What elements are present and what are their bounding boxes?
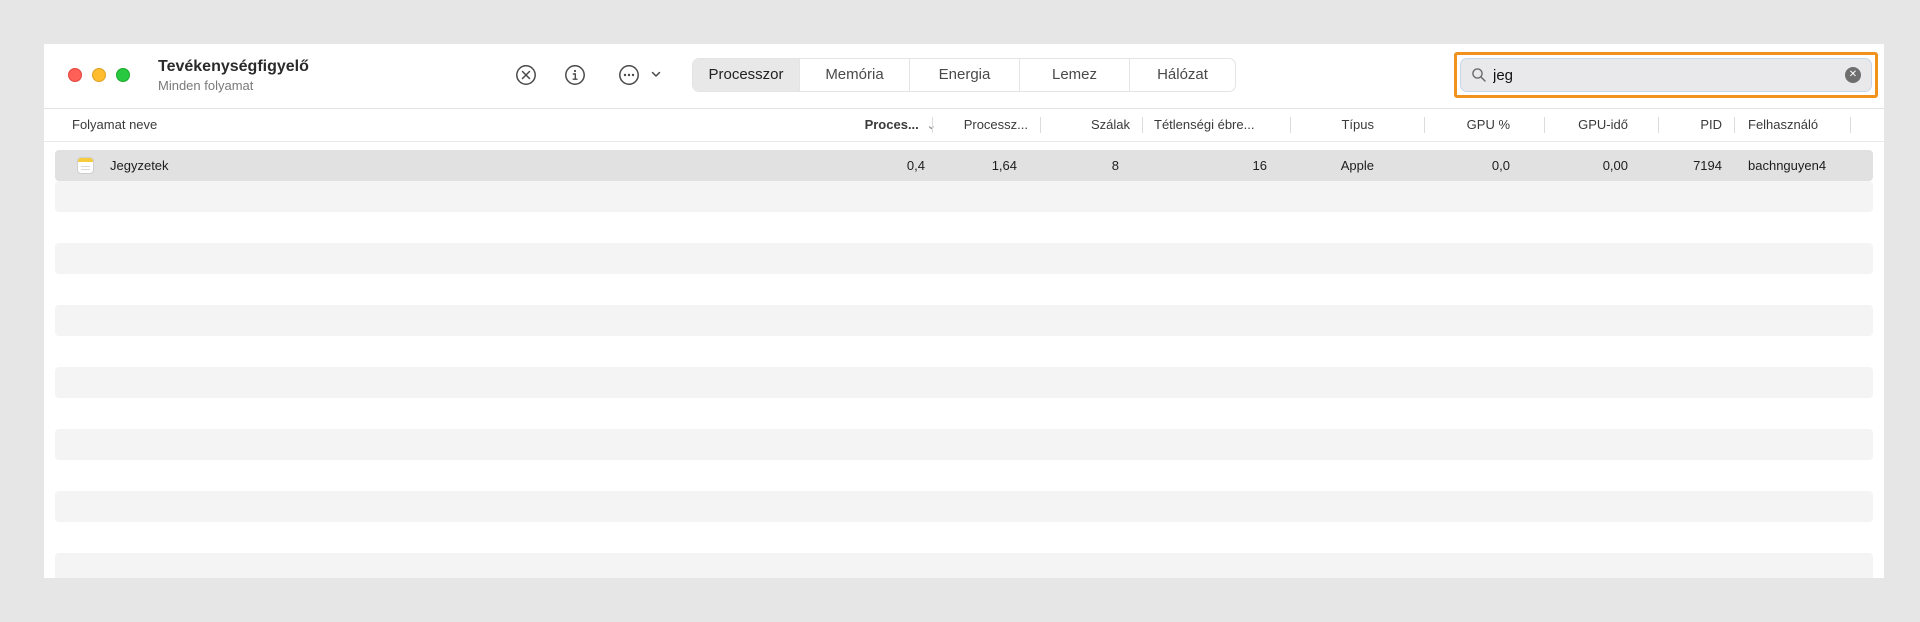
column-header-gpu-time[interactable]: GPU-idő (1554, 109, 1628, 141)
empty-row (55, 491, 1873, 522)
empty-row (55, 181, 1873, 212)
kind-value: Apple (1340, 158, 1374, 173)
tab-memory[interactable]: Memória (799, 59, 909, 91)
user-value: bachnguyen4 (1748, 158, 1827, 173)
close-window-button[interactable] (68, 68, 82, 82)
chevron-down-icon (650, 68, 662, 80)
column-header-user[interactable]: Felhasználó (1748, 109, 1848, 141)
column-separator (1544, 117, 1545, 133)
minimize-window-button[interactable] (92, 68, 106, 82)
more-actions-menu-button[interactable] (650, 68, 662, 80)
column-separator (1658, 117, 1659, 133)
column-separator (1424, 117, 1425, 133)
tab-cpu[interactable]: Processzor (693, 59, 799, 91)
empty-row (55, 336, 1873, 367)
cpu-percent-value: 0,4 (906, 158, 925, 173)
column-header-process-name[interactable]: Folyamat neve (72, 109, 157, 141)
empty-row (55, 553, 1873, 578)
column-header-threads[interactable]: Szálak (1054, 109, 1130, 141)
empty-row (55, 274, 1873, 305)
empty-row (55, 429, 1873, 460)
column-header-kind[interactable]: Típus (1324, 109, 1374, 141)
stop-process-button[interactable] (515, 64, 537, 86)
column-separator (932, 117, 933, 133)
column-separator (1040, 117, 1041, 133)
empty-row (55, 305, 1873, 336)
column-header-gpu-percent[interactable]: GPU % (1444, 109, 1510, 141)
idle-wakeups-value: 16 (1252, 158, 1267, 173)
empty-row (55, 522, 1873, 553)
empty-row (55, 398, 1873, 429)
tab-energy[interactable]: Energia (909, 59, 1019, 91)
tab-network[interactable]: Hálózat (1129, 59, 1235, 91)
column-header-pid[interactable]: PID (1680, 109, 1722, 141)
cpu-time-value: 1,64 (991, 158, 1017, 173)
window-subtitle: Minden folyamat (158, 78, 254, 93)
column-separator (1290, 117, 1291, 133)
inspect-process-button[interactable] (564, 64, 586, 86)
window-title: Tevékenységfigyelő (158, 58, 309, 75)
notes-icon (77, 157, 94, 174)
more-actions-button[interactable] (618, 64, 640, 86)
pid-value: 7194 (1693, 158, 1722, 173)
empty-row (55, 212, 1873, 243)
column-separator (1850, 117, 1851, 133)
column-header-cpu-percent[interactable]: Proces...⌄ (824, 109, 936, 141)
activity-monitor-window: Tevékenységfigyelő Minden folyamat Proce… (44, 44, 1884, 578)
search-field[interactable]: ✕ (1460, 58, 1872, 92)
search-highlight: ✕ (1454, 52, 1878, 98)
process-table: Jegyzetek 0,4 1,64 8 16 Apple 0,0 0,00 7… (55, 150, 1873, 578)
column-separator (1734, 117, 1735, 133)
empty-row (55, 367, 1873, 398)
search-input[interactable] (1493, 64, 1813, 86)
zoom-window-button[interactable] (116, 68, 130, 82)
column-header-cpu-time[interactable]: Processz... (944, 109, 1028, 141)
category-tabs: Processzor Memória Energia Lemez Hálózat (692, 58, 1236, 92)
column-separator (1142, 117, 1143, 133)
column-header-idle-wakeups[interactable]: Tétlenségi ébre... (1154, 109, 1278, 141)
info-icon (564, 64, 586, 86)
clear-search-icon[interactable]: ✕ (1845, 67, 1861, 83)
stop-icon (515, 64, 537, 86)
empty-row (55, 243, 1873, 274)
gpu-time-value: 0,00 (1602, 158, 1628, 173)
tab-disk[interactable]: Lemez (1019, 59, 1129, 91)
process-name: Jegyzetek (110, 158, 169, 173)
column-header-cpu-percent-label: Proces... (864, 117, 919, 132)
toolbar: Tevékenységfigyelő Minden folyamat Proce… (44, 44, 1884, 109)
search-icon (1471, 67, 1487, 83)
gpu-percent-value: 0,0 (1491, 158, 1510, 173)
empty-row (55, 460, 1873, 491)
threads-value: 8 (1111, 158, 1119, 173)
table-header: Folyamat neve Proces...⌄ Processz... Szá… (44, 109, 1884, 142)
more-icon (618, 64, 640, 86)
table-row[interactable]: Jegyzetek 0,4 1,64 8 16 Apple 0,0 0,00 7… (55, 150, 1873, 181)
